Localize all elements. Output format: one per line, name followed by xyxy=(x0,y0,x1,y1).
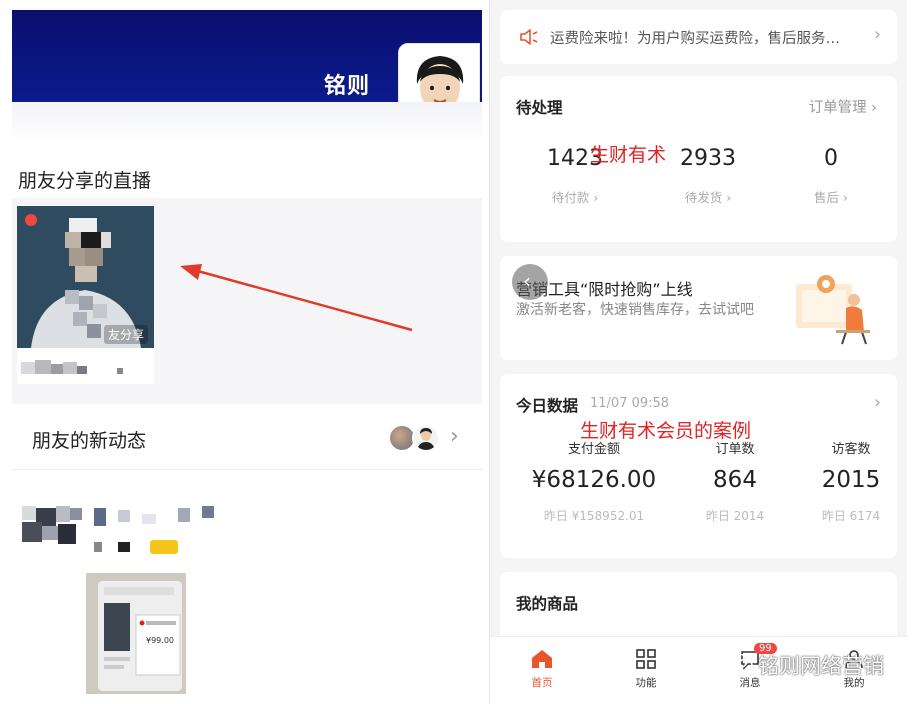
my-products-title: 我的商品 xyxy=(516,595,579,613)
left-screenshot-panel: 铭则 朋友分享的直播 友分享 朋友的新动态 › ¥99.00 xyxy=(0,0,484,704)
live-stream-card[interactable]: 友分享 xyxy=(17,206,154,384)
annotation-arrow xyxy=(180,264,413,332)
banner-fade xyxy=(12,102,482,142)
pending-shipment-stat[interactable]: 2933 待发货 › xyxy=(653,146,763,206)
today-data-section[interactable]: 今日数据 11/07 09:58 › 生财有术会员的案例 支付金额 ¥68126… xyxy=(500,374,897,558)
home-icon xyxy=(532,650,552,668)
pending-section: 待处理 订单管理 › 1423 待付款 › 2933 待发货 › 0 售后 › … xyxy=(500,76,897,242)
after-sales-stat[interactable]: 0 售后 › xyxy=(776,146,886,206)
chevron-right-icon: › xyxy=(873,392,881,413)
today-data-title: 今日数据 xyxy=(516,397,579,415)
notice-text: 运费险来啦！为用户购买运费险，售后服务… xyxy=(550,31,840,47)
live-indicator xyxy=(25,214,37,226)
brand-watermark: 铭则网络营销 xyxy=(758,654,884,678)
feed-post-image[interactable]: ¥99.00 xyxy=(86,573,186,694)
feed-price: ¥99.00 xyxy=(146,636,174,645)
promo-description: 激活新老客，快速销售库存，去试试吧 xyxy=(516,302,754,318)
feed-post-blurred xyxy=(22,506,214,554)
order-count-stat: 订单数 864 昨日 2014 xyxy=(705,442,765,523)
chevron-right-icon: › xyxy=(873,24,881,45)
promo-illustration xyxy=(796,275,870,345)
right-screenshot-panel: 运费险来啦！为用户购买运费险，售后服务… › 待处理 订单管理 › 1423 待… xyxy=(489,0,907,704)
friend-avatar xyxy=(412,424,440,452)
today-data-timestamp: 11/07 09:58 xyxy=(590,396,670,411)
red-watermark-text: 生财有术 xyxy=(590,144,667,166)
payment-amount-stat: 支付金额 ¥68126.00 昨日 ¥158952.01 xyxy=(531,442,657,523)
grid-icon xyxy=(636,649,656,669)
order-management-link[interactable]: 订单管理 › xyxy=(809,96,877,117)
chevron-right-icon: › xyxy=(450,424,459,449)
wechat-logo-icon xyxy=(728,653,753,672)
tab-features[interactable]: 功能 xyxy=(606,647,686,690)
notice-bar[interactable]: 运费险来啦！为用户购买运费险，售后服务… › xyxy=(500,10,897,64)
speaker-icon xyxy=(520,29,538,45)
live-caption-blurred xyxy=(21,360,123,374)
live-stream-thumbnail: 友分享 xyxy=(17,206,154,348)
pending-title: 待处理 xyxy=(516,99,563,117)
promo-card[interactable]: 营销工具“限时抢购”上线 激活新老客，快速销售库存，去试试吧 ‹ xyxy=(500,256,897,360)
friends-moments-title: 朋友的新动态 xyxy=(32,430,147,452)
back-handle-icon[interactable]: ‹ xyxy=(512,264,548,300)
profile-name: 铭则 xyxy=(323,74,370,99)
friends-live-title: 朋友分享的直播 xyxy=(18,170,152,192)
visitor-count-stat: 访客数 2015 昨日 6174 xyxy=(821,442,881,523)
tab-home[interactable]: 首页 xyxy=(502,647,582,690)
friends-moments-row[interactable]: 朋友的新动态 › xyxy=(12,406,482,470)
friend-share-tag: 友分享 xyxy=(103,325,148,344)
